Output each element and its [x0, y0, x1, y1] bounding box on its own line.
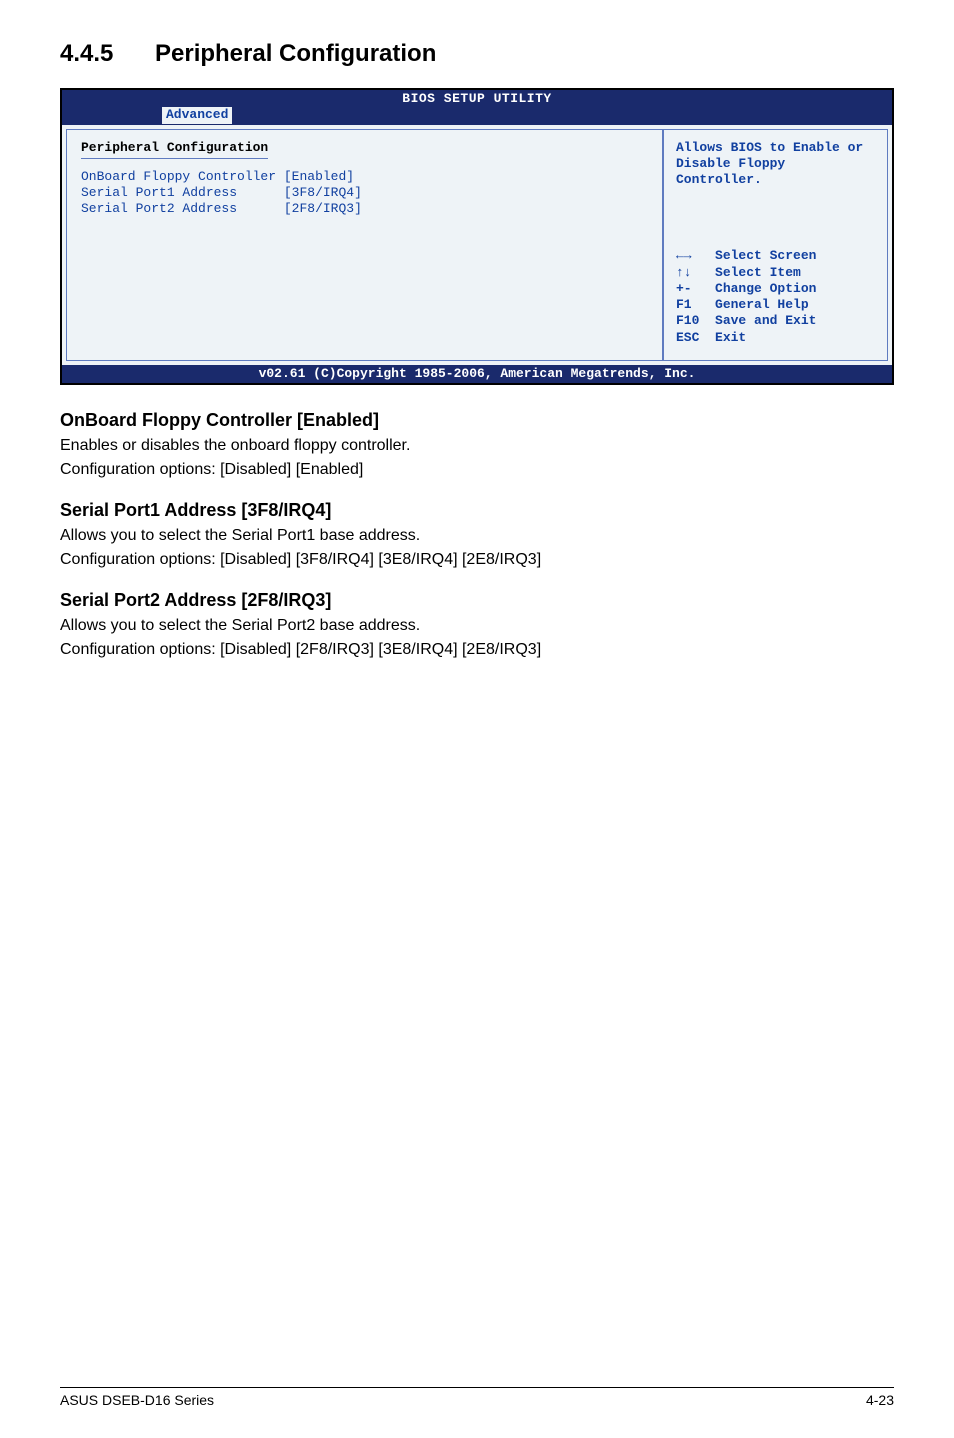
bios-key-row: ESC Exit: [676, 330, 877, 346]
section-number: 4.4.5: [60, 40, 155, 68]
bios-setting-value: [3F8/IRQ4]: [284, 185, 362, 200]
bios-header-title: BIOS SETUP UTILITY: [62, 91, 892, 107]
bios-header: BIOS SETUP UTILITY Advanced: [62, 90, 892, 125]
item-heading: Serial Port1 Address [3F8/IRQ4]: [60, 500, 894, 521]
section-heading: Peripheral Configuration: [155, 40, 436, 67]
page: 4.4.5Peripheral Configuration BIOS SETUP…: [0, 0, 954, 1438]
bios-key-desc: General Help: [715, 297, 809, 312]
bios-body: Peripheral Configuration OnBoard Floppy …: [62, 125, 892, 365]
item-line: Configuration options: [Disabled] [3F8/I…: [60, 549, 894, 571]
section-title: 4.4.5Peripheral Configuration: [60, 40, 894, 68]
bios-key-desc: Exit: [715, 330, 746, 345]
bios-setting-row[interactable]: OnBoard Floppy Controller [Enabled]: [81, 169, 648, 185]
item-line: Configuration options: [Disabled] [2F8/I…: [60, 639, 894, 661]
bios-tab-advanced[interactable]: Advanced: [162, 107, 232, 123]
bios-key-row: F1 General Help: [676, 297, 877, 313]
bios-right-pane: Allows BIOS to Enable or Disable Floppy …: [663, 129, 888, 361]
item-heading: Serial Port2 Address [2F8/IRQ3]: [60, 590, 894, 611]
item-heading: OnBoard Floppy Controller [Enabled]: [60, 410, 894, 431]
bios-key: ESC: [676, 330, 699, 345]
bios-setting-label: OnBoard Floppy Controller: [81, 169, 276, 184]
bios-key-row: ↑↓ Select Item: [676, 265, 877, 281]
bios-key: ←→: [676, 248, 699, 263]
footer-right: 4-23: [866, 1392, 894, 1408]
bios-setting-label: Serial Port2 Address: [81, 201, 276, 216]
item-line: Configuration options: [Disabled] [Enabl…: [60, 459, 894, 481]
bios-setting-value: [Enabled]: [284, 169, 354, 184]
bios-key: F1: [676, 297, 699, 312]
bios-setting-label: Serial Port1 Address: [81, 185, 276, 200]
bios-key: +-: [676, 281, 699, 296]
bios-setting-rows: OnBoard Floppy Controller [Enabled] Seri…: [81, 169, 648, 218]
bios-setting-row[interactable]: Serial Port1 Address [3F8/IRQ4]: [81, 185, 648, 201]
bios-footer: v02.61 (C)Copyright 1985-2006, American …: [62, 365, 892, 383]
bios-help-text: Allows BIOS to Enable or Disable Floppy …: [676, 140, 877, 189]
page-footer: ASUS DSEB-D16 Series 4-23: [60, 1387, 894, 1408]
footer-left: ASUS DSEB-D16 Series: [60, 1392, 214, 1408]
bios-key-desc: Save and Exit: [715, 313, 816, 328]
bios-tab-bar: Advanced: [62, 107, 892, 123]
bios-setting-value: [2F8/IRQ3]: [284, 201, 362, 216]
bios-key-legend: ←→ Select Screen ↑↓ Select Item +- Chang…: [676, 248, 877, 346]
item-line: Allows you to select the Serial Port1 ba…: [60, 525, 894, 547]
bios-key-row: F10 Save and Exit: [676, 313, 877, 329]
bios-key-row: ←→ Select Screen: [676, 248, 877, 264]
item-line: Enables or disables the onboard floppy c…: [60, 435, 894, 457]
bios-left-heading: Peripheral Configuration: [81, 140, 268, 159]
bios-left-pane: Peripheral Configuration OnBoard Floppy …: [66, 129, 663, 361]
bios-screenshot: BIOS SETUP UTILITY Advanced Peripheral C…: [60, 88, 894, 385]
bios-key-desc: Select Item: [715, 265, 801, 280]
bios-key: F10: [676, 313, 699, 328]
item-line: Allows you to select the Serial Port2 ba…: [60, 615, 894, 637]
bios-key-row: +- Change Option: [676, 281, 877, 297]
bios-setting-row[interactable]: Serial Port2 Address [2F8/IRQ3]: [81, 201, 648, 217]
bios-key: ↑↓: [676, 265, 699, 280]
bios-key-desc: Select Screen: [715, 248, 816, 263]
bios-key-desc: Change Option: [715, 281, 816, 296]
